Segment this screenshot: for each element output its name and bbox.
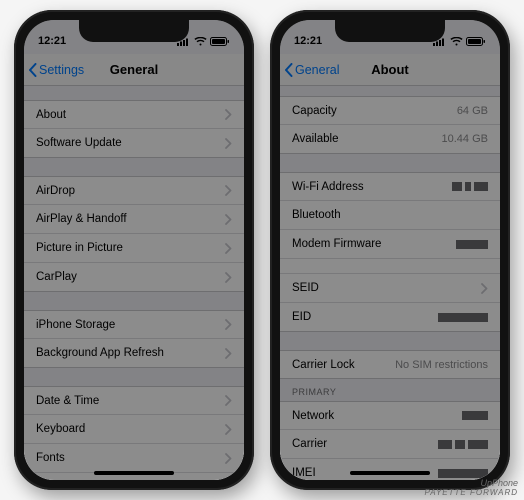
value-redacted: [438, 440, 488, 449]
chevron-right-icon: [225, 272, 232, 283]
row-eid: EID: [280, 303, 500, 332]
row-software-update[interactable]: Software Update: [24, 129, 244, 158]
row-carrier-lock: Carrier Lock No SIM restrictions: [280, 350, 500, 379]
value-available: 10.44 GB: [442, 133, 488, 145]
row-available: Available 10.44 GB: [280, 125, 500, 154]
row-imei: IMEI: [280, 459, 500, 480]
value-redacted: [438, 313, 488, 322]
value-capacity: 64 GB: [457, 105, 488, 117]
row-spacer: [280, 259, 500, 274]
notch: [335, 20, 445, 42]
row-date-time[interactable]: Date & Time: [24, 386, 244, 415]
value-redacted: [462, 411, 488, 420]
chevron-right-icon: [225, 185, 232, 196]
row-keyboard[interactable]: Keyboard: [24, 415, 244, 444]
chevron-left-icon: [28, 63, 38, 77]
chevron-right-icon: [225, 453, 232, 464]
row-seid[interactable]: SEID: [280, 274, 500, 303]
back-button-settings[interactable]: Settings: [28, 54, 84, 85]
chevron-right-icon: [481, 283, 488, 294]
group-header-primary: PRIMARY: [280, 379, 500, 401]
chevron-right-icon: [225, 319, 232, 330]
row-airplay-handoff[interactable]: AirPlay & Handoff: [24, 205, 244, 234]
row-about[interactable]: About: [24, 100, 244, 129]
battery-icon: [466, 37, 486, 46]
about-content: Capacity 64 GB Available 10.44 GB Wi-Fi …: [280, 96, 500, 480]
nav-title: About: [371, 62, 409, 77]
nav-title: General: [110, 62, 158, 77]
back-label: General: [295, 63, 339, 77]
chevron-left-icon: [284, 63, 294, 77]
phone-right: 12:21 General About Capacity 64 GB: [270, 10, 510, 490]
nav-bar: General About: [280, 54, 500, 86]
watermark: UpPhone PAYETTE FORWARD: [424, 479, 518, 498]
row-carrier: Carrier: [280, 430, 500, 459]
chevron-right-icon: [225, 109, 232, 120]
status-time: 12:21: [294, 35, 322, 47]
value-redacted: [456, 240, 488, 249]
settings-content: About Software Update AirDrop AirPlay & …: [24, 100, 244, 480]
chevron-right-icon: [225, 395, 232, 406]
value-redacted: [438, 469, 488, 478]
nav-bar: Settings General: [24, 54, 244, 86]
row-iphone-storage[interactable]: iPhone Storage: [24, 310, 244, 339]
row-background-app-refresh[interactable]: Background App Refresh: [24, 339, 244, 368]
wifi-icon: [194, 37, 207, 46]
back-button-general[interactable]: General: [284, 54, 339, 85]
back-label: Settings: [39, 63, 84, 77]
row-airdrop[interactable]: AirDrop: [24, 176, 244, 205]
wifi-icon: [450, 37, 463, 46]
notch: [79, 20, 189, 42]
value-redacted: [452, 182, 488, 191]
status-time: 12:21: [38, 35, 66, 47]
home-indicator[interactable]: [350, 471, 430, 475]
row-wifi-address: Wi-Fi Address: [280, 172, 500, 201]
row-fonts[interactable]: Fonts: [24, 444, 244, 473]
row-modem-firmware: Modem Firmware: [280, 230, 500, 259]
row-network: Network: [280, 401, 500, 430]
chevron-right-icon: [225, 424, 232, 435]
value-carrier-lock: No SIM restrictions: [395, 359, 488, 371]
row-picture-in-picture[interactable]: Picture in Picture: [24, 234, 244, 263]
chevron-right-icon: [225, 214, 232, 225]
row-capacity: Capacity 64 GB: [280, 96, 500, 125]
row-bluetooth: Bluetooth: [280, 201, 500, 230]
battery-icon: [210, 37, 230, 46]
chevron-right-icon: [225, 348, 232, 359]
home-indicator[interactable]: [94, 471, 174, 475]
chevron-right-icon: [225, 243, 232, 254]
chevron-right-icon: [225, 138, 232, 149]
row-carplay[interactable]: CarPlay: [24, 263, 244, 292]
phone-left: 12:21 Settings General About Softw: [14, 10, 254, 490]
